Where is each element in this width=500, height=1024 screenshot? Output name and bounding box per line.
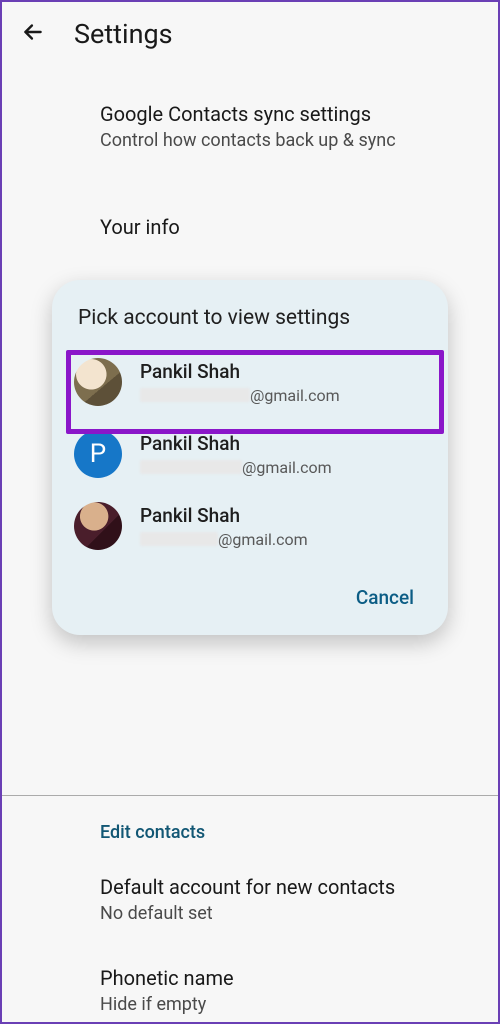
setting-default-account[interactable]: Default account for new contacts No defa… xyxy=(2,861,498,938)
account-option-2[interactable]: Pankil Shah @gmail.com xyxy=(52,490,448,562)
page-title: Settings xyxy=(74,18,173,50)
setting-sync[interactable]: Google Contacts sync settings Control ho… xyxy=(2,88,498,165)
setting-sync-title: Google Contacts sync settings xyxy=(100,102,474,126)
setting-phonetic-sub: Hide if empty xyxy=(100,994,474,1015)
avatar-icon xyxy=(74,502,122,550)
dialog-title: Pick account to view settings xyxy=(52,306,448,346)
back-icon[interactable] xyxy=(20,19,46,49)
avatar-icon xyxy=(74,358,122,406)
section-edit-contacts: Edit contacts xyxy=(2,796,498,861)
account-option-0[interactable]: Pankil Shah @gmail.com xyxy=(52,346,448,418)
account-name: Pankil Shah xyxy=(140,504,428,527)
avatar-letter-icon: P xyxy=(74,430,122,478)
setting-your-info[interactable]: Your info xyxy=(2,201,498,253)
email-suffix: @gmail.com xyxy=(250,386,340,405)
setting-default-account-sub: No default set xyxy=(100,903,474,924)
account-option-1[interactable]: P Pankil Shah @gmail.com xyxy=(52,418,448,490)
account-email: @gmail.com xyxy=(140,386,428,405)
redacted-email-user xyxy=(140,532,218,546)
setting-sync-sub: Control how contacts back up & sync xyxy=(100,130,474,151)
account-picker-dialog: Pick account to view settings Pankil Sha… xyxy=(52,280,448,635)
email-suffix: @gmail.com xyxy=(218,530,308,549)
redacted-email-user xyxy=(140,388,250,402)
account-email: @gmail.com xyxy=(140,530,428,549)
section-edit-contacts-label: Edit contacts xyxy=(100,822,474,843)
setting-phonetic-title: Phonetic name xyxy=(100,966,474,990)
setting-your-info-title: Your info xyxy=(100,215,474,239)
account-name: Pankil Shah xyxy=(140,360,428,383)
cancel-button[interactable]: Cancel xyxy=(356,586,414,609)
setting-default-account-title: Default account for new contacts xyxy=(100,875,474,899)
account-name: Pankil Shah xyxy=(140,432,428,455)
account-email: @gmail.com xyxy=(140,458,428,477)
email-suffix: @gmail.com xyxy=(242,458,332,477)
setting-phonetic[interactable]: Phonetic name Hide if empty xyxy=(2,938,498,1024)
redacted-email-user xyxy=(140,460,242,474)
